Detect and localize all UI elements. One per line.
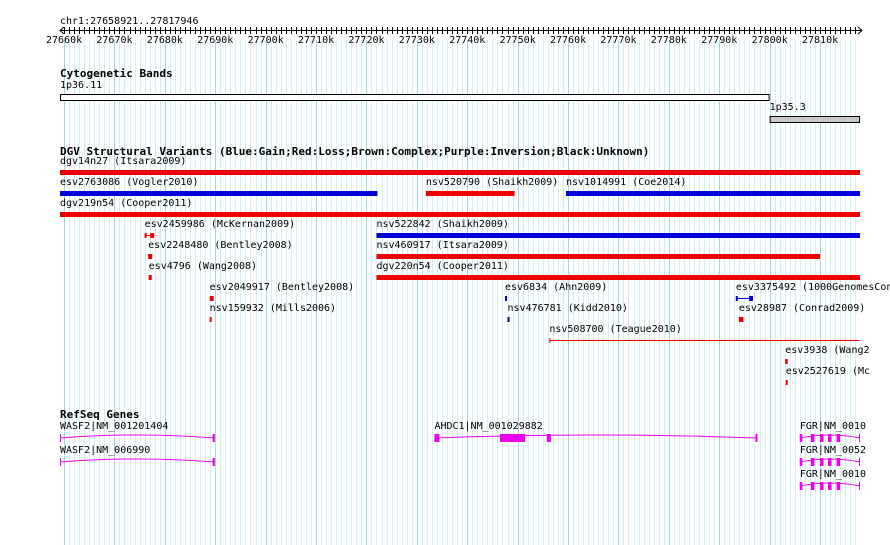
sv-label: esv2248480 (Bentley2008) [148, 240, 293, 251]
sv-label: esv3938 (Wang2 [785, 345, 870, 356]
sv-label: nsv522842 (Shaikh2009) [376, 219, 509, 230]
ruler-tick-label: 27670k [96, 35, 133, 46]
cytoband-label: 1p35.3 [769, 102, 806, 113]
sv-label: nsv159932 (Mills2006) [209, 303, 337, 314]
sv-label: esv2763086 (Vogler2010) [60, 177, 199, 188]
ruler-tick-label: 27770k [600, 35, 637, 46]
ruler-tick-label: 27780k [650, 35, 687, 46]
ruler-tick-label: 27680k [146, 35, 183, 46]
gene-label: FGR|NM_0010 [799, 469, 867, 480]
ruler-tick-label: 27730k [398, 35, 435, 46]
gene-label: FGR|NM_0010 [799, 421, 867, 432]
sv-label: nsv508700 (Teague2010) [549, 324, 682, 335]
ruler-tick-label: 27710k [298, 35, 335, 46]
gene-label: WASF2|NM_001201404 [60, 421, 169, 432]
sv-label: dgv219n54 (Cooper2011) [60, 198, 193, 209]
ruler-tick-label: 27690k [197, 35, 234, 46]
refseq-track-title[interactable]: RefSeq Genes [60, 409, 139, 421]
cytoband-label: 1p36.11 [60, 80, 103, 91]
ruler-tick-label: 27660k [46, 35, 83, 46]
sv-label: nsv476781 (Kidd2010) [507, 303, 628, 314]
sv-label: nsv1014991 (Coe2014) [565, 177, 687, 188]
ruler-tick-label: 27720k [348, 35, 385, 46]
gene-label: WASF2|NM_006990 [60, 445, 151, 456]
sv-label: esv4796 (Wang2008) [148, 261, 258, 272]
ruler-tick-label: 27740k [449, 35, 486, 46]
sv-label: esv2527619 (Mc [785, 366, 871, 377]
sv-label: esv2049917 (Bentley2008) [209, 282, 355, 293]
cytoband-track-title[interactable]: Cytogenetic Bands [60, 68, 173, 80]
ruler-tick-label: 27750k [499, 35, 536, 46]
ruler-tick-label: 27810k [802, 35, 839, 46]
location-label: chr1:27658921..27817946 [60, 16, 199, 27]
sv-label: dgv220n54 (Cooper2011) [376, 261, 509, 272]
sv-label: dgv14n27 (Itsara2009) [60, 156, 187, 167]
ruler-tick-label: 27800k [751, 35, 788, 46]
ruler-tick-label: 27790k [701, 35, 738, 46]
sv-label: nsv460917 (Itsara2009) [376, 240, 509, 251]
ruler-tick-label: 27760k [550, 35, 587, 46]
gene-label: AHDC1|NM_001029882 [434, 421, 543, 432]
sv-label: nsv520790 (Shaikh2009) [425, 177, 559, 188]
ruler-tick-label: 27700k [247, 35, 284, 46]
browser-view: chr1:27658921..27817946 27660k 27670k 2768… [0, 0, 890, 545]
sv-label: esv2459986 (McKernan2009) [144, 219, 296, 230]
sv-label: esv28987 (Conrad2009) [738, 303, 866, 314]
gene-label: FGR|NM_0052 [799, 445, 867, 456]
sv-label: esv6834 (Ahn2009) [505, 282, 608, 293]
sv-label: esv3375492 (1000GenomesCon [735, 282, 890, 293]
